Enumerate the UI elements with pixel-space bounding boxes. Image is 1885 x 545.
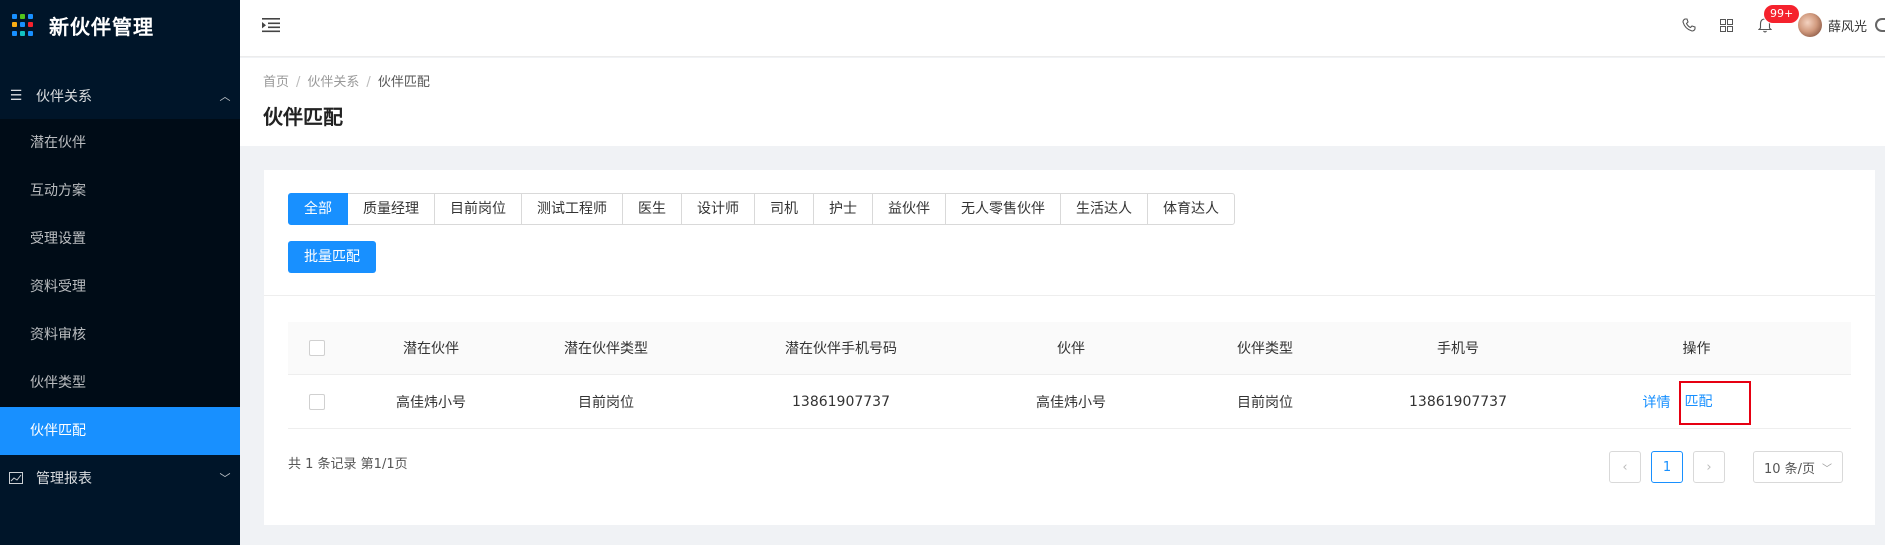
table-cell: 目前岗位 <box>1237 394 1293 411</box>
username: 薛风光 <box>1827 19 1867 35</box>
menu-group-management-reports[interactable]: 管理报表 ﹀ <box>0 455 240 501</box>
detail-link[interactable]: 详情 <box>1643 392 1671 412</box>
next-page-button[interactable]: › <box>1693 451 1725 483</box>
tab-nurse[interactable]: 护士 <box>813 193 873 225</box>
tab-sports-expert[interactable]: 体育达人 <box>1147 193 1235 225</box>
top-header: 99+ 薛风光 <box>240 0 1885 57</box>
column-header: 操作 <box>1682 341 1711 357</box>
type-filter-tabs: 全部 质量经理 目前岗位 测试工程师 医生 设计师 司机 护士 益伙伴 无人零售… <box>288 193 1235 225</box>
tab-designer[interactable]: 设计师 <box>681 193 755 225</box>
batch-match-button[interactable]: 批量匹配 <box>288 241 376 273</box>
breadcrumb-separator: / <box>366 75 371 90</box>
header-actions: 99+ 薛风光 <box>1670 0 1885 50</box>
sidebar-item-potential-partners[interactable]: 潜在伙伴 <box>0 119 240 167</box>
sidebar-item-material-review[interactable]: 资料审核 <box>0 311 240 359</box>
row-checkbox[interactable] <box>309 393 325 410</box>
chevron-down-icon: ﹀ <box>1822 463 1832 475</box>
select-all-cell <box>288 340 346 356</box>
tab-benefit-partner[interactable]: 益伙伴 <box>872 193 946 225</box>
column-header: 伙伴类型 <box>1237 341 1293 357</box>
page-size-select[interactable]: 10 条/页 ﹀ <box>1753 451 1843 483</box>
chevron-left-icon: ‹ <box>1622 459 1628 475</box>
match-link[interactable]: 匹配 <box>1685 394 1713 410</box>
breadcrumb-home[interactable]: 首页 <box>263 75 289 90</box>
notification-bell[interactable]: 99+ <box>1746 0 1800 50</box>
page-size-value: 10 条/页 <box>1764 461 1816 477</box>
match-table: 潜在伙伴 潜在伙伴类型 潜在伙伴手机号码 伙伴 伙伴类型 手机号 操作 高佳炜小… <box>288 322 1851 429</box>
tab-driver[interactable]: 司机 <box>754 193 814 225</box>
column-header: 伙伴 <box>1057 341 1085 357</box>
notification-badge: 99+ <box>1763 5 1800 23</box>
brand[interactable]: 新伙伴管理 <box>0 0 240 50</box>
menu-group-partner-relations[interactable]: ☰ 伙伴关系 ︿ <box>0 73 240 119</box>
content-card: 全部 质量经理 目前岗位 测试工程师 医生 设计师 司机 护士 益伙伴 无人零售… <box>264 170 1875 525</box>
tab-test-engineer[interactable]: 测试工程师 <box>521 193 623 225</box>
sidebar-item-interaction-plans[interactable]: 互动方案 <box>0 167 240 215</box>
tab-unmanned-retail-partner[interactable]: 无人零售伙伴 <box>945 193 1061 225</box>
sidebar-item-acceptance-settings[interactable]: 受理设置 <box>0 215 240 263</box>
prev-page-button[interactable]: ‹ <box>1609 451 1641 483</box>
breadcrumb: 首页 / 伙伴关系 / 伙伴匹配 <box>263 71 430 90</box>
page-header: 首页 / 伙伴关系 / 伙伴匹配 伙伴匹配 <box>240 58 1885 146</box>
apps-icon[interactable] <box>1708 0 1746 50</box>
menu-group-label: 管理报表 <box>36 471 92 487</box>
breadcrumb-current: 伙伴匹配 <box>377 75 430 90</box>
menu-lines-icon: ☰ <box>9 88 23 104</box>
column-header: 潜在伙伴类型 <box>564 341 648 357</box>
table-cell: 13861907737 <box>792 393 890 410</box>
row-select-cell <box>288 393 346 410</box>
sidebar-item-material-acceptance[interactable]: 资料受理 <box>0 263 240 311</box>
tab-quality-manager[interactable]: 质量经理 <box>347 193 435 225</box>
user-menu[interactable]: 薛风光 <box>1797 13 1885 37</box>
app-grid-icon <box>12 14 34 36</box>
table-row: 高佳炜小号 目前岗位 13861907737 高佳炜小号 目前岗位 138619… <box>288 375 1851 429</box>
tab-lifestyle-expert[interactable]: 生活达人 <box>1060 193 1148 225</box>
tab-current-position[interactable]: 目前岗位 <box>434 193 522 225</box>
app-title: 新伙伴管理 <box>49 14 154 39</box>
tab-doctor[interactable]: 医生 <box>622 193 682 225</box>
column-header: 潜在伙伴手机号码 <box>785 341 897 357</box>
chevron-down-icon: ﹀ <box>219 472 231 485</box>
breadcrumb-separator: / <box>296 75 301 90</box>
phone-icon[interactable] <box>1670 0 1708 50</box>
breadcrumb-partner-relations[interactable]: 伙伴关系 <box>307 75 359 90</box>
chevron-right-icon: › <box>1706 459 1712 475</box>
table-header-row: 潜在伙伴 潜在伙伴类型 潜在伙伴手机号码 伙伴 伙伴类型 手机号 操作 <box>288 322 1851 375</box>
table-cell: 高佳炜小号 <box>1036 394 1106 411</box>
record-summary: 共 1 条记录 第1/1页 <box>288 457 408 472</box>
menu-group-label: 伙伴关系 <box>36 89 92 105</box>
page-number-button[interactable]: 1 <box>1651 451 1683 483</box>
table-cell: 13861907737 <box>1409 393 1507 410</box>
sidebar-item-partner-types[interactable]: 伙伴类型 <box>0 359 240 407</box>
match-highlight-box: 匹配 <box>1678 380 1751 425</box>
select-all-checkbox[interactable] <box>309 340 325 356</box>
page-title: 伙伴匹配 <box>263 105 343 129</box>
submenu-partner-relations: 潜在伙伴 互动方案 受理设置 资料受理 资料审核 伙伴类型 伙伴匹配 <box>0 119 240 455</box>
tab-all[interactable]: 全部 <box>288 193 348 225</box>
sidebar: 新伙伴管理 ☰ 伙伴关系 ︿ 潜在伙伴 互动方案 受理设置 资料受理 资料审核 … <box>0 0 240 545</box>
chart-icon <box>8 472 24 484</box>
column-header: 潜在伙伴 <box>403 341 459 357</box>
chevron-up-icon: ︿ <box>219 90 231 103</box>
sidebar-item-partner-matching[interactable]: 伙伴匹配 <box>0 407 240 455</box>
pagination: ‹ 1 › 10 条/页 ﹀ <box>1599 451 1843 483</box>
menu-fold-icon[interactable] <box>262 17 282 33</box>
table-cell: 高佳炜小号 <box>396 394 466 411</box>
filter-area: 全部 质量经理 目前岗位 测试工程师 医生 设计师 司机 护士 益伙伴 无人零售… <box>264 170 1875 296</box>
row-actions: 详情 匹配 <box>1542 379 1851 425</box>
table-cell: 目前岗位 <box>578 394 634 411</box>
avatar <box>1797 13 1822 37</box>
settings-icon[interactable] <box>1875 18 1885 32</box>
column-header: 手机号 <box>1437 341 1479 357</box>
